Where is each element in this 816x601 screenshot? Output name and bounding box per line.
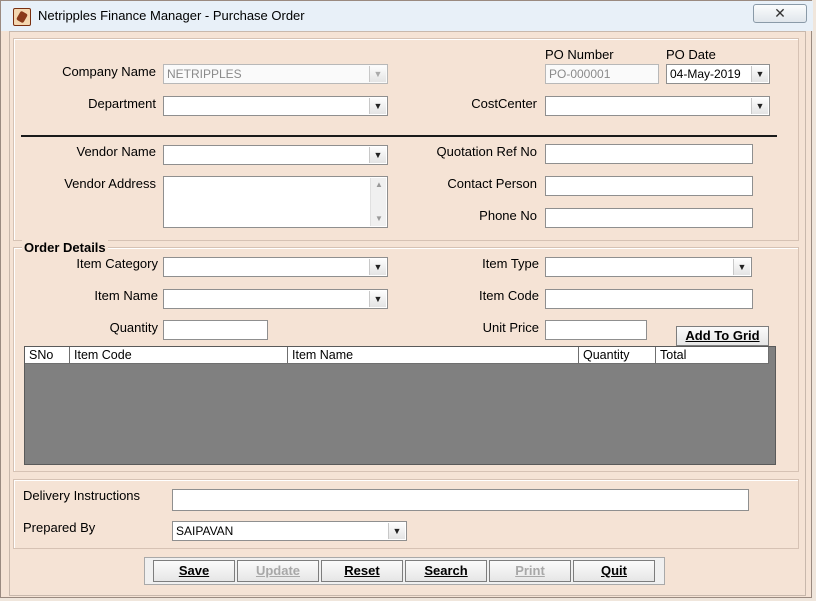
scroll-down-icon[interactable]: ▼ — [371, 212, 387, 226]
item-category-combo[interactable]: ▼ — [163, 257, 388, 277]
grid-col-item-code[interactable]: Item Code — [70, 347, 288, 363]
cost-center-combo[interactable]: ▼ — [545, 96, 770, 116]
delivery-instructions-label: Delivery Instructions — [23, 488, 141, 503]
search-button[interactable]: Search — [405, 560, 487, 582]
chevron-down-icon[interactable]: ▼ — [733, 259, 750, 275]
title-bar[interactable]: Netripples Finance Manager - Purchase Or… — [1, 1, 813, 31]
reset-button[interactable]: Reset — [321, 560, 403, 582]
po-number-field[interactable]: PO-000001 — [545, 64, 659, 84]
item-code-input[interactable] — [545, 289, 753, 309]
grid-header: SNo Item Code Item Name Quantity Total — [25, 347, 769, 364]
cost-center-label: CostCenter — [471, 96, 537, 111]
save-button[interactable]: Save — [153, 560, 235, 582]
quotation-ref-label: Quotation Ref No — [436, 144, 537, 159]
order-details-title: Order Details — [22, 240, 108, 255]
vendor-name-combo[interactable]: ▼ — [163, 145, 388, 165]
item-name-combo[interactable]: ▼ — [163, 289, 388, 309]
po-date-value: 04-May-2019 — [670, 67, 741, 81]
vertical-scrollbar[interactable]: ▲ ▼ — [370, 178, 386, 226]
item-code-label: Item Code — [479, 288, 539, 303]
item-category-label: Item Category — [76, 256, 158, 271]
print-button[interactable]: Print — [489, 560, 571, 582]
po-date-label: PO Date — [666, 47, 716, 62]
chevron-down-icon[interactable]: ▼ — [369, 147, 386, 163]
chevron-down-icon[interactable]: ▼ — [369, 259, 386, 275]
close-button[interactable]: ✕ — [753, 4, 807, 23]
scroll-up-icon[interactable]: ▲ — [371, 178, 387, 192]
po-number-value: PO-000001 — [549, 67, 611, 81]
section-divider — [21, 135, 777, 137]
prepared-by-combo[interactable]: SAIPAVAN ▼ — [172, 521, 407, 541]
chevron-down-icon[interactable]: ▼ — [369, 98, 386, 114]
quit-button[interactable]: Quit — [573, 560, 655, 582]
department-label: Department — [88, 96, 156, 111]
quantity-label: Quantity — [109, 320, 158, 335]
chevron-down-icon[interactable]: ▼ — [751, 98, 768, 114]
contact-person-input[interactable] — [545, 176, 753, 196]
grid-col-quantity[interactable]: Quantity — [579, 347, 656, 363]
chevron-down-icon[interactable]: ▼ — [369, 66, 386, 82]
add-to-grid-button[interactable]: Add To Grid — [676, 326, 769, 346]
chevron-down-icon[interactable]: ▼ — [369, 291, 386, 307]
company-name-combo[interactable]: NETRIPPLES ▼ — [163, 64, 388, 84]
department-combo[interactable]: ▼ — [163, 96, 388, 116]
contact-person-label: Contact Person — [447, 176, 537, 191]
prepared-by-value: SAIPAVAN — [176, 524, 234, 538]
vendor-address-textarea[interactable]: ▲ ▼ — [163, 176, 388, 228]
grid-col-sno[interactable]: SNo — [25, 347, 70, 363]
unit-price-label: Unit Price — [482, 320, 539, 335]
close-x-icon: ✕ — [774, 5, 786, 21]
grid-col-total[interactable]: Total — [656, 347, 769, 363]
chevron-down-icon[interactable]: ▼ — [751, 66, 768, 82]
item-name-label: Item Name — [94, 288, 158, 303]
item-type-label: Item Type — [482, 256, 539, 271]
prepared-by-label: Prepared By — [23, 520, 96, 535]
po-date-picker[interactable]: 04-May-2019 ▼ — [666, 64, 770, 84]
phone-input[interactable] — [545, 208, 753, 228]
company-name-value: NETRIPPLES — [167, 67, 242, 81]
delivery-instructions-input[interactable] — [172, 489, 749, 511]
app-icon — [13, 8, 31, 26]
phone-label: Phone No — [479, 208, 537, 223]
quantity-input[interactable] — [163, 320, 268, 340]
update-button[interactable]: Update — [237, 560, 319, 582]
order-items-grid[interactable]: SNo Item Code Item Name Quantity Total — [24, 346, 776, 465]
vendor-name-label: Vendor Name — [76, 144, 157, 159]
window-title: Netripples Finance Manager - Purchase Or… — [38, 8, 305, 23]
purchase-order-window: Netripples Finance Manager - Purchase Or… — [0, 0, 813, 598]
company-name-label: Company Name — [62, 64, 156, 79]
unit-price-input[interactable] — [545, 320, 647, 340]
quotation-ref-input[interactable] — [545, 144, 753, 164]
item-type-combo[interactable]: ▼ — [545, 257, 752, 277]
vendor-address-label: Vendor Address — [64, 176, 156, 191]
po-number-label: PO Number — [545, 47, 614, 62]
grid-col-item-name[interactable]: Item Name — [288, 347, 579, 363]
chevron-down-icon[interactable]: ▼ — [388, 523, 405, 539]
